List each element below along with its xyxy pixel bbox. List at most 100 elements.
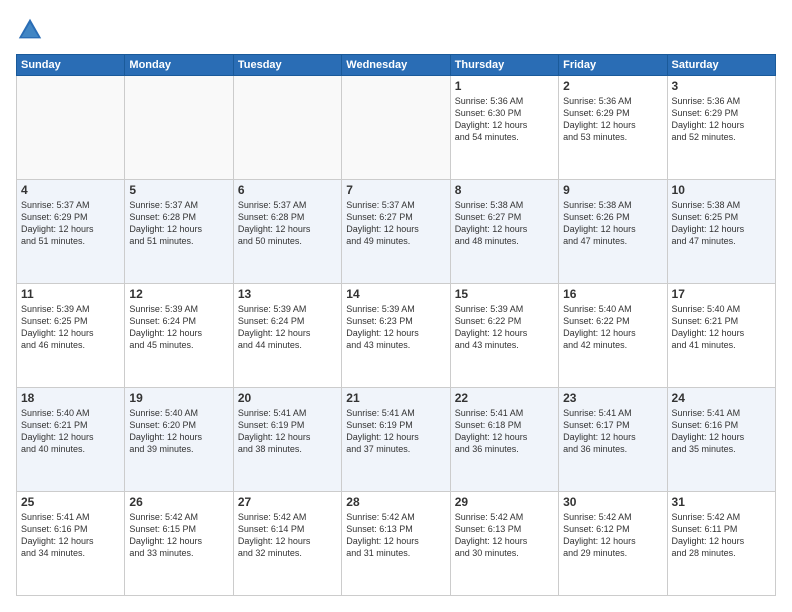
calendar-cell: 2 Sunrise: 5:36 AM Sunset: 6:29 PM Daylig…: [559, 76, 667, 180]
calendar-row: 4 Sunrise: 5:37 AM Sunset: 6:29 PM Daylig…: [17, 180, 776, 284]
calendar-cell: 24 Sunrise: 5:41 AM Sunset: 6:16 PM Dayli…: [667, 388, 775, 492]
day-info: Sunrise: 5:42 AM Sunset: 6:11 PM Dayligh…: [672, 511, 771, 560]
day-info: Sunrise: 5:41 AM Sunset: 6:16 PM Dayligh…: [672, 407, 771, 456]
day-number: 7: [346, 183, 445, 197]
header-cell-sunday: Sunday: [17, 55, 125, 76]
calendar-cell: 19 Sunrise: 5:40 AM Sunset: 6:20 PM Dayli…: [125, 388, 233, 492]
calendar-cell: 30 Sunrise: 5:42 AM Sunset: 6:12 PM Dayli…: [559, 492, 667, 596]
day-number: 3: [672, 79, 771, 93]
day-info: Sunrise: 5:39 AM Sunset: 6:23 PM Dayligh…: [346, 303, 445, 352]
day-number: 19: [129, 391, 228, 405]
calendar-cell: 14Sunrise: 5:39 AM Sunset: 6:23 PM Dayli…: [342, 284, 450, 388]
day-info: Sunrise: 5:38 AM Sunset: 6:25 PM Dayligh…: [672, 199, 771, 248]
day-info: Sunrise: 5:39 AM Sunset: 6:22 PM Dayligh…: [455, 303, 554, 352]
day-info: Sunrise: 5:37 AM Sunset: 6:28 PM Dayligh…: [238, 199, 337, 248]
day-number: 9: [563, 183, 662, 197]
calendar-cell: [233, 76, 341, 180]
day-number: 11: [21, 287, 120, 301]
day-number: 16: [563, 287, 662, 301]
day-info: Sunrise: 5:42 AM Sunset: 6:12 PM Dayligh…: [563, 511, 662, 560]
day-number: 10: [672, 183, 771, 197]
day-number: 12: [129, 287, 228, 301]
day-number: 2: [563, 79, 662, 93]
day-info: Sunrise: 5:36 AM Sunset: 6:29 PM Dayligh…: [672, 95, 771, 144]
header-row: SundayMondayTuesdayWednesdayThursdayFrid…: [17, 55, 776, 76]
calendar-cell: 12 Sunrise: 5:39 AM Sunset: 6:24 PM Dayli…: [125, 284, 233, 388]
logo: [16, 16, 48, 44]
calendar-cell: 31 Sunrise: 5:42 AM Sunset: 6:11 PM Dayli…: [667, 492, 775, 596]
calendar-cell: 1Sunrise: 5:36 AM Sunset: 6:30 PM Daylig…: [450, 76, 558, 180]
day-number: 5: [129, 183, 228, 197]
day-number: 28: [346, 495, 445, 509]
day-info: Sunrise: 5:36 AM Sunset: 6:29 PM Dayligh…: [563, 95, 662, 144]
day-number: 27: [238, 495, 337, 509]
header-cell-saturday: Saturday: [667, 55, 775, 76]
page: SundayMondayTuesdayWednesdayThursdayFrid…: [0, 0, 792, 612]
day-info: Sunrise: 5:42 AM Sunset: 6:14 PM Dayligh…: [238, 511, 337, 560]
calendar-cell: 23Sunrise: 5:41 AM Sunset: 6:17 PM Dayli…: [559, 388, 667, 492]
header-cell-friday: Friday: [559, 55, 667, 76]
day-number: 22: [455, 391, 554, 405]
day-number: 20: [238, 391, 337, 405]
day-info: Sunrise: 5:37 AM Sunset: 6:29 PM Dayligh…: [21, 199, 120, 248]
day-info: Sunrise: 5:37 AM Sunset: 6:27 PM Dayligh…: [346, 199, 445, 248]
calendar-cell: 18 Sunrise: 5:40 AM Sunset: 6:21 PM Dayli…: [17, 388, 125, 492]
day-info: Sunrise: 5:42 AM Sunset: 6:13 PM Dayligh…: [346, 511, 445, 560]
day-info: Sunrise: 5:39 AM Sunset: 6:24 PM Dayligh…: [129, 303, 228, 352]
calendar-cell: 7 Sunrise: 5:37 AM Sunset: 6:27 PM Daylig…: [342, 180, 450, 284]
calendar-cell: 3 Sunrise: 5:36 AM Sunset: 6:29 PM Daylig…: [667, 76, 775, 180]
day-info: Sunrise: 5:41 AM Sunset: 6:19 PM Dayligh…: [346, 407, 445, 456]
header: [16, 16, 776, 44]
calendar-cell: 4 Sunrise: 5:37 AM Sunset: 6:29 PM Daylig…: [17, 180, 125, 284]
calendar-cell: [17, 76, 125, 180]
day-number: 4: [21, 183, 120, 197]
header-cell-thursday: Thursday: [450, 55, 558, 76]
calendar-cell: 5 Sunrise: 5:37 AM Sunset: 6:28 PM Daylig…: [125, 180, 233, 284]
header-cell-tuesday: Tuesday: [233, 55, 341, 76]
day-info: Sunrise: 5:42 AM Sunset: 6:13 PM Dayligh…: [455, 511, 554, 560]
calendar-row: 11 Sunrise: 5:39 AM Sunset: 6:25 PM Dayli…: [17, 284, 776, 388]
day-info: Sunrise: 5:41 AM Sunset: 6:19 PM Dayligh…: [238, 407, 337, 456]
day-number: 25: [21, 495, 120, 509]
day-info: Sunrise: 5:38 AM Sunset: 6:26 PM Dayligh…: [563, 199, 662, 248]
calendar-cell: 17Sunrise: 5:40 AM Sunset: 6:21 PM Dayli…: [667, 284, 775, 388]
calendar-cell: 29 Sunrise: 5:42 AM Sunset: 6:13 PM Dayli…: [450, 492, 558, 596]
day-info: Sunrise: 5:40 AM Sunset: 6:20 PM Dayligh…: [129, 407, 228, 456]
day-number: 18: [21, 391, 120, 405]
calendar-cell: 27 Sunrise: 5:42 AM Sunset: 6:14 PM Dayli…: [233, 492, 341, 596]
calendar-cell: 6 Sunrise: 5:37 AM Sunset: 6:28 PM Daylig…: [233, 180, 341, 284]
day-info: Sunrise: 5:41 AM Sunset: 6:17 PM Dayligh…: [563, 407, 662, 456]
calendar-cell: 9 Sunrise: 5:38 AM Sunset: 6:26 PM Daylig…: [559, 180, 667, 284]
header-cell-wednesday: Wednesday: [342, 55, 450, 76]
calendar-cell: 22Sunrise: 5:41 AM Sunset: 6:18 PM Dayli…: [450, 388, 558, 492]
day-number: 13: [238, 287, 337, 301]
calendar-cell: 16 Sunrise: 5:40 AM Sunset: 6:22 PM Dayli…: [559, 284, 667, 388]
calendar-table: SundayMondayTuesdayWednesdayThursdayFrid…: [16, 54, 776, 596]
calendar-cell: 10 Sunrise: 5:38 AM Sunset: 6:25 PM Dayli…: [667, 180, 775, 284]
day-info: Sunrise: 5:42 AM Sunset: 6:15 PM Dayligh…: [129, 511, 228, 560]
calendar-cell: 15Sunrise: 5:39 AM Sunset: 6:22 PM Dayli…: [450, 284, 558, 388]
calendar-cell: 25 Sunrise: 5:41 AM Sunset: 6:16 PM Dayli…: [17, 492, 125, 596]
day-number: 1: [455, 79, 554, 93]
day-info: Sunrise: 5:37 AM Sunset: 6:28 PM Dayligh…: [129, 199, 228, 248]
day-info: Sunrise: 5:38 AM Sunset: 6:27 PM Dayligh…: [455, 199, 554, 248]
day-info: Sunrise: 5:40 AM Sunset: 6:22 PM Dayligh…: [563, 303, 662, 352]
calendar-cell: 21 Sunrise: 5:41 AM Sunset: 6:19 PM Dayli…: [342, 388, 450, 492]
calendar-cell: 28 Sunrise: 5:42 AM Sunset: 6:13 PM Dayli…: [342, 492, 450, 596]
day-info: Sunrise: 5:40 AM Sunset: 6:21 PM Dayligh…: [21, 407, 120, 456]
day-number: 24: [672, 391, 771, 405]
day-number: 26: [129, 495, 228, 509]
day-number: 30: [563, 495, 662, 509]
calendar-cell: 26 Sunrise: 5:42 AM Sunset: 6:15 PM Dayli…: [125, 492, 233, 596]
logo-icon: [16, 16, 44, 44]
day-info: Sunrise: 5:39 AM Sunset: 6:25 PM Dayligh…: [21, 303, 120, 352]
day-number: 31: [672, 495, 771, 509]
calendar-cell: 20 Sunrise: 5:41 AM Sunset: 6:19 PM Dayli…: [233, 388, 341, 492]
day-info: Sunrise: 5:41 AM Sunset: 6:16 PM Dayligh…: [21, 511, 120, 560]
calendar-row: 1Sunrise: 5:36 AM Sunset: 6:30 PM Daylig…: [17, 76, 776, 180]
day-number: 29: [455, 495, 554, 509]
calendar-cell: 8Sunrise: 5:38 AM Sunset: 6:27 PM Daylig…: [450, 180, 558, 284]
day-number: 6: [238, 183, 337, 197]
day-number: 21: [346, 391, 445, 405]
calendar-cell: [125, 76, 233, 180]
